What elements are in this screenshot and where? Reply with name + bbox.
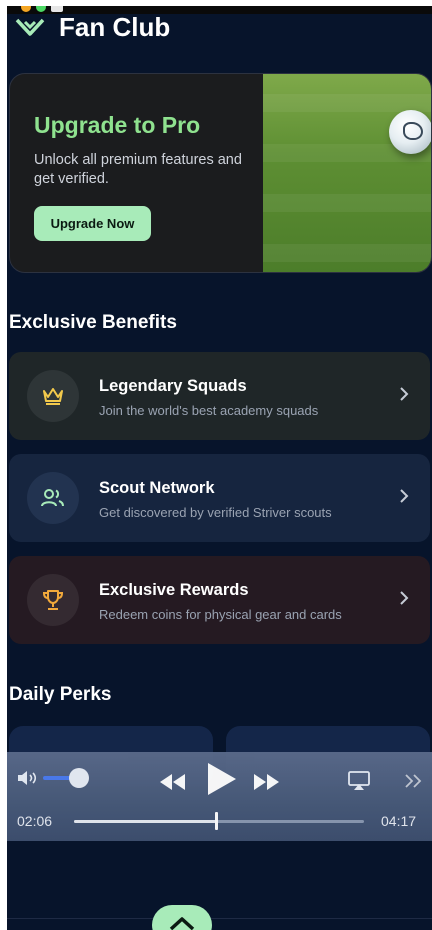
header: Fan Club <box>7 12 432 42</box>
benefit-legendary-squads[interactable]: Legendary Squads Join the world's best a… <box>9 352 430 440</box>
users-icon-circle <box>27 472 79 524</box>
soccer-field-image <box>263 74 431 272</box>
home-tab-button[interactable] <box>152 905 212 930</box>
airplay-icon[interactable] <box>347 770 371 792</box>
seek-bar-fill <box>74 820 217 823</box>
promo-title: Upgrade to Pro <box>34 112 201 138</box>
benefit-scout-network[interactable]: Scout Network Get discovered by verified… <box>9 454 430 542</box>
app-screen: Fan Club Upgrade to Pro Unlock all premi… <box>7 6 432 930</box>
benefit-subtitle: Get discovered by verified Striver scout… <box>99 505 332 520</box>
upgrade-promo-card[interactable]: Upgrade to Pro Unlock all premium featur… <box>9 73 432 273</box>
chevron-right-icon <box>400 591 409 605</box>
chevron-up-icon <box>169 917 195 930</box>
fan-club-logo-icon <box>15 18 45 36</box>
chevron-right-icon <box>400 489 409 503</box>
benefit-title: Legendary Squads <box>99 377 247 395</box>
app-title: Fan Club <box>59 12 171 42</box>
benefit-subtitle: Redeem coins for physical gear and cards <box>99 607 342 622</box>
benefits-section-title: Exclusive Benefits <box>9 312 177 333</box>
current-time: 02:06 <box>17 813 53 829</box>
total-time: 04:17 <box>381 813 417 829</box>
chevron-right-icon <box>400 387 409 401</box>
benefit-title: Scout Network <box>99 479 215 497</box>
fast-forward-icon[interactable] <box>252 772 282 792</box>
media-player-overlay: 02:06 04:17 <box>7 752 432 841</box>
perks-section-title: Daily Perks <box>9 684 112 705</box>
double-chevron-right-icon[interactable] <box>403 772 425 790</box>
crown-icon <box>43 388 63 405</box>
rewind-icon[interactable] <box>157 772 187 792</box>
soccer-ball-image <box>389 110 431 154</box>
benefit-title: Exclusive Rewards <box>99 581 249 599</box>
users-icon <box>41 489 64 507</box>
volume-slider-knob[interactable] <box>69 768 89 788</box>
crown-icon-circle <box>27 370 79 422</box>
upgrade-now-button[interactable]: Upgrade Now <box>34 206 151 241</box>
seek-bar-knob[interactable] <box>215 812 219 830</box>
tab-bar-divider <box>7 918 432 919</box>
play-icon[interactable] <box>204 761 238 797</box>
promo-subtitle: Unlock all premium features and get veri… <box>34 152 242 187</box>
benefit-exclusive-rewards[interactable]: Exclusive Rewards Redeem coins for physi… <box>9 556 430 644</box>
volume-icon[interactable] <box>16 769 38 787</box>
trophy-icon-circle <box>27 574 79 626</box>
trophy-icon <box>42 590 64 610</box>
benefit-subtitle: Join the world's best academy squads <box>99 403 319 418</box>
